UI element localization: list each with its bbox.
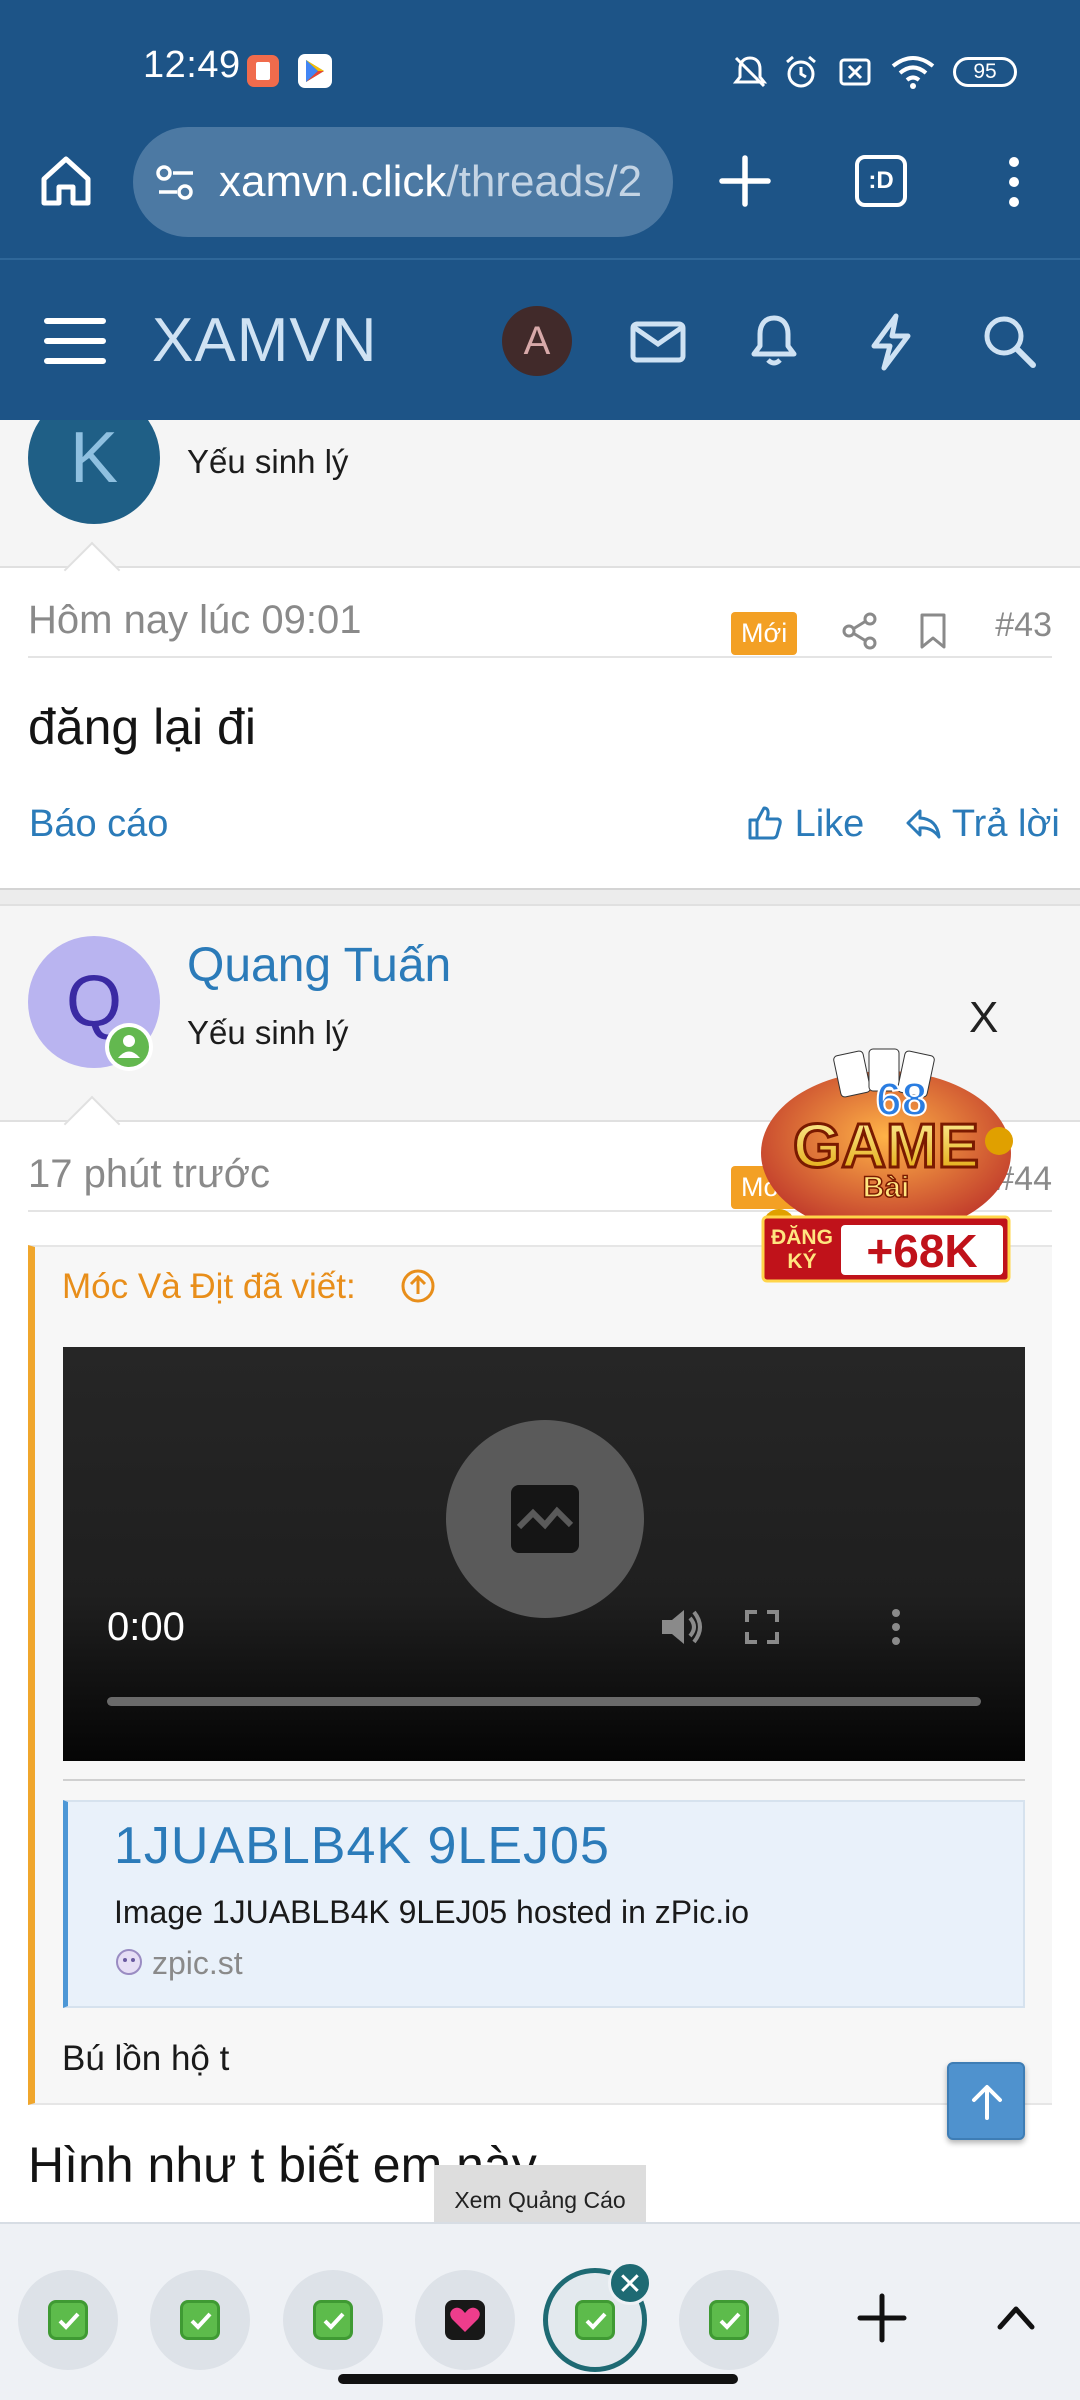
game-ad-banner[interactable]: 68 GAME Bài ĐĂNG KÝ +68K xyxy=(749,1045,1023,1287)
ad-cta-amount: +68K xyxy=(866,1225,977,1277)
url-row: xamvn.click/threads/2 :D xyxy=(0,125,1080,237)
post-meta-43: Hôm nay lúc 09:01 Mới #43 xyxy=(28,588,1052,658)
status-time: 12:49 xyxy=(143,44,241,86)
scroll-to-top-button[interactable] xyxy=(947,2062,1025,2140)
browser-chrome: 12:49 95 xamvn.click/threads/2 :D xyxy=(0,0,1080,258)
user-title: Yếu sinh lý xyxy=(187,1014,349,1051)
notification-app-icon xyxy=(247,55,279,87)
broken-image-icon xyxy=(511,1485,579,1553)
share-icon[interactable] xyxy=(839,610,881,652)
no-sim-icon xyxy=(839,58,871,86)
like-button[interactable]: Like xyxy=(746,803,864,846)
forum-header: XAMVN A xyxy=(0,258,1080,420)
url-text: xamvn.click/threads/2 xyxy=(219,157,642,207)
reply-label: Trả lời xyxy=(951,803,1060,845)
new-tab-icon[interactable] xyxy=(714,150,776,212)
whats-new-lightning-icon[interactable] xyxy=(860,310,922,372)
fullscreen-icon[interactable] xyxy=(737,1602,787,1652)
tab-item[interactable] xyxy=(18,2270,118,2370)
user-bar-kitokoti: K kitokoti Yếu sinh lý xyxy=(0,420,1080,568)
reply-button[interactable]: Trả lời xyxy=(904,803,1060,846)
quote-divider xyxy=(63,1779,1025,1781)
more-options-icon[interactable] xyxy=(992,152,1036,212)
user-avatar[interactable]: K xyxy=(28,420,160,524)
battery-indicator: 95 xyxy=(953,57,1017,87)
chevron-up-icon[interactable] xyxy=(994,2297,1038,2337)
quote-text: Bú lồn hộ t xyxy=(62,2039,230,2078)
volume-icon[interactable] xyxy=(656,1602,706,1652)
inbox-icon[interactable] xyxy=(627,310,689,372)
tab-switcher-button[interactable]: :D xyxy=(855,155,907,207)
link-preview-title[interactable]: 1JUABLB4K 9LEJ05 xyxy=(114,1816,610,1876)
reply-icon xyxy=(906,809,941,839)
checkmark-icon xyxy=(313,2300,353,2340)
menu-icon[interactable] xyxy=(44,315,106,367)
ad-brand-sub: Bài xyxy=(863,1171,910,1204)
url-host: xamvn.click xyxy=(219,157,447,206)
site-logo[interactable]: XAMVN xyxy=(152,305,377,376)
link-preview[interactable]: 1JUABLB4K 9LEJ05 Image 1JUABLB4K 9LEJ05 … xyxy=(63,1800,1025,2008)
user-name[interactable]: Quang Tuấn xyxy=(187,938,451,993)
like-label: Like xyxy=(794,803,865,845)
tab-item-active[interactable]: ✕ xyxy=(543,2261,652,2372)
checkmark-icon xyxy=(575,2300,615,2340)
new-badge: Mới xyxy=(731,612,798,655)
post-separator xyxy=(0,888,1080,906)
tab-item[interactable] xyxy=(415,2270,515,2370)
notifications-icon[interactable] xyxy=(743,310,805,372)
tab-item[interactable] xyxy=(283,2270,383,2370)
tab-item[interactable] xyxy=(679,2270,779,2370)
tab-item[interactable] xyxy=(150,2270,250,2370)
video-player[interactable]: 0:00 xyxy=(63,1347,1025,1761)
checkmark-icon xyxy=(48,2300,88,2340)
user-title: Yếu sinh lý xyxy=(187,443,349,480)
alarm-icon xyxy=(786,55,816,88)
thread-content: K kitokoti Yếu sinh lý Hôm nay lúc 09:01… xyxy=(0,420,1080,2222)
close-tab-icon[interactable]: ✕ xyxy=(608,2261,652,2305)
add-tab-icon[interactable] xyxy=(856,2292,908,2344)
gesture-bar xyxy=(338,2374,738,2384)
post-date[interactable]: 17 phút trước xyxy=(28,1152,270,1197)
site-favicon-icon xyxy=(116,1949,142,1975)
checkmark-icon xyxy=(709,2300,749,2340)
home-icon[interactable] xyxy=(36,151,96,211)
ad-close-button[interactable]: X xyxy=(969,993,998,1043)
video-placeholder[interactable] xyxy=(446,1420,644,1618)
arrow-up-icon xyxy=(972,2085,1002,2120)
floating-ad[interactable]: X 68 GAME Bài ĐĂNG KÝ +68K xyxy=(749,993,1023,1287)
play-store-icon xyxy=(298,54,332,88)
video-more-icon[interactable] xyxy=(871,1602,921,1652)
url-path: /threads/2 xyxy=(446,157,643,206)
post-body-43: đăng lại đi xyxy=(28,699,256,755)
post-number[interactable]: #43 xyxy=(995,606,1052,645)
video-progress-bar[interactable] xyxy=(107,1697,981,1706)
post-date[interactable]: Hôm nay lúc 09:01 xyxy=(28,598,362,643)
mute-icon xyxy=(732,56,768,88)
site-settings-icon[interactable] xyxy=(153,160,199,206)
search-icon[interactable] xyxy=(978,310,1040,372)
ad-cta-line1: ĐĂNG xyxy=(771,1226,833,1249)
bookmark-icon[interactable] xyxy=(912,610,954,652)
status-bar: 12:49 95 xyxy=(0,0,1080,120)
online-status-icon xyxy=(105,1023,153,1071)
user-name[interactable]: kitokoti xyxy=(187,420,336,431)
link-preview-site: zpic.st xyxy=(152,1945,243,1981)
heart-app-icon xyxy=(445,2300,485,2340)
wifi-icon xyxy=(891,56,935,89)
ad-cta-line2: KÝ xyxy=(787,1249,816,1273)
link-preview-description: Image 1JUABLB4K 9LEJ05 hosted in zPic.io xyxy=(114,1894,750,1930)
video-time: 0:00 xyxy=(107,1605,185,1649)
checkmark-icon xyxy=(180,2300,220,2340)
thumbs-up-icon xyxy=(748,806,782,840)
go-to-quote-icon[interactable] xyxy=(399,1267,437,1305)
quote-header[interactable]: Móc Và Địt đã viết: xyxy=(62,1267,356,1307)
url-bar[interactable]: xamvn.click/threads/2 xyxy=(133,127,673,237)
quote-block: Móc Và Địt đã viết: 0:00 1JUABLB4K 9LEJ0… xyxy=(28,1245,1052,2105)
report-link[interactable]: Báo cáo xyxy=(29,803,168,846)
account-avatar[interactable]: A xyxy=(502,306,572,376)
